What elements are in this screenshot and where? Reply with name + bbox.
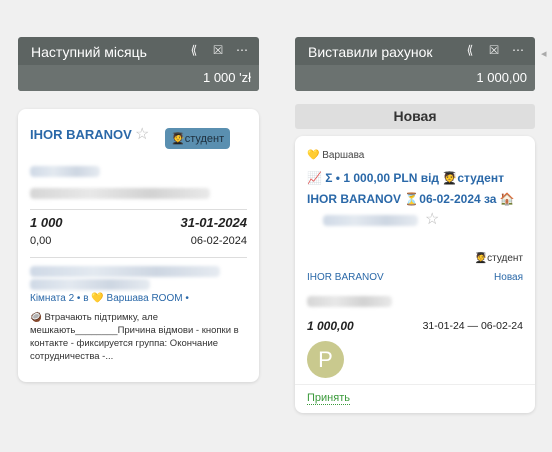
divider	[30, 209, 247, 210]
paid-amount: 0,00	[30, 235, 52, 247]
blurred-contact	[30, 279, 150, 290]
scan-icon[interactable]: ⮽	[487, 43, 501, 58]
blurred-contact	[30, 266, 220, 277]
avatar-letter: P	[318, 347, 333, 372]
student-tag: 🧑‍🎓студент	[474, 253, 523, 264]
column-header: Виставили рахунок ⟪ ⮽ ⋯ 1 000,00	[295, 37, 535, 91]
divider	[295, 384, 535, 385]
status-group-header: Новая	[295, 104, 535, 129]
favorite-star-icon[interactable]: ☆	[135, 124, 149, 144]
column-title: Виставили рахунок	[308, 44, 433, 60]
collapse-icon[interactable]: ⟪	[463, 43, 477, 58]
blurred-contact	[30, 166, 100, 177]
student-badge: 🧑‍🎓студент	[165, 128, 231, 149]
scroll-indicator-icon: ◂	[541, 48, 547, 60]
column-total: 1 000 'zł	[18, 65, 259, 91]
more-icon[interactable]: ⋯	[511, 43, 525, 58]
invoice-card[interactable]: 💛 Варшава 📈 Σ • 1 000,00 PLN від 🧑‍🎓студ…	[295, 136, 535, 413]
deal-date-start: 31-01-2024	[180, 215, 248, 230]
blurred-contact	[307, 296, 392, 307]
collapse-icon[interactable]: ⟪	[187, 43, 201, 58]
column-header: Наступний місяць ⟪ ⮽ ⋯ 1 000 'zł	[18, 37, 259, 91]
deal-amount: 1 000	[30, 215, 63, 230]
column-total: 1 000,00	[295, 65, 535, 91]
client-name-link[interactable]: IHOR BARANOV	[30, 127, 132, 142]
scan-icon[interactable]: ⮽	[211, 43, 225, 58]
invoice-date-range: 31-01-24 — 06-02-24	[422, 320, 523, 332]
blurred-contact	[30, 188, 210, 199]
note-text: 🥥 Втрачають підтримку, але мешкають_____…	[30, 312, 239, 362]
more-icon[interactable]: ⋯	[235, 43, 249, 58]
status-link[interactable]: Новая	[494, 272, 523, 283]
column-invoiced: Виставили рахунок ⟪ ⮽ ⋯ 1 000,00 Новая 💛…	[295, 37, 535, 413]
invoice-amount: 1 000,00	[307, 319, 354, 333]
avatar[interactable]: P	[307, 341, 344, 378]
column-next-month: Наступний місяць ⟪ ⮽ ⋯ 1 000 'zł IHOR BA…	[18, 37, 259, 382]
blurred-contact	[323, 215, 418, 226]
accept-button[interactable]: Принять	[307, 392, 350, 405]
column-actions: ⟪ ⮽ ⋯	[463, 43, 525, 58]
city-label: 💛 Варшава	[307, 150, 365, 161]
favorite-star-icon[interactable]: ☆	[425, 209, 439, 229]
client-name-link[interactable]: IHOR BARANOV	[307, 272, 384, 283]
column-title: Наступний місяць	[31, 44, 147, 60]
divider	[30, 257, 247, 258]
column-actions: ⟪ ⮽ ⋯	[187, 43, 249, 58]
invoice-headline-link[interactable]: 📈 Σ • 1 000,00 PLN від 🧑‍🎓студент IHOR B…	[307, 168, 525, 210]
deal-card[interactable]: IHOR BARANOV ☆ 🧑‍🎓студент 1 000 31-01-20…	[18, 109, 259, 382]
location-text[interactable]: Кімната 2 • в 💛 Варшава ROOM •	[30, 293, 189, 304]
deal-date-end: 06-02-2024	[190, 235, 247, 247]
